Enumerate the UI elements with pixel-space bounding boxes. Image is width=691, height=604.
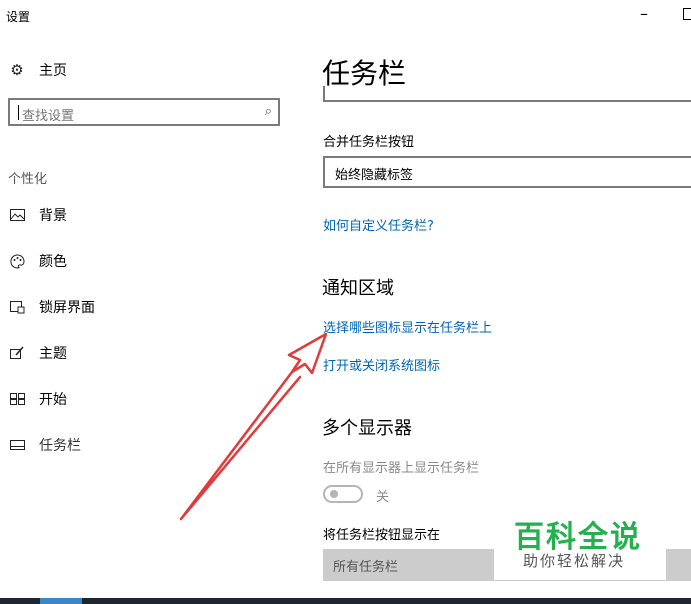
- search-placeholder: 查找设置: [22, 109, 75, 124]
- show-on-all-displays-toggle[interactable]: [323, 485, 363, 503]
- gear-icon: ⚙: [10, 61, 24, 79]
- combine-buttons-dropdown[interactable]: 始终隐藏标签: [323, 156, 691, 188]
- image-icon: [8, 206, 26, 224]
- sidebar-item-colors[interactable]: 颜色: [8, 250, 67, 272]
- sidebar-item-label: 主题: [39, 346, 67, 362]
- maximize-button[interactable]: [683, 8, 691, 20]
- multiple-displays-heading: 多个显示器: [322, 418, 412, 439]
- notification-area-heading: 通知区域: [322, 278, 394, 299]
- system-taskbar: [0, 598, 691, 604]
- sidebar-item-label: 主页: [39, 63, 67, 79]
- toggle-state-label: 关: [376, 490, 390, 505]
- palette-icon: [8, 252, 26, 270]
- sidebar-item-start[interactable]: 开始: [8, 388, 67, 410]
- section-title: 个性化: [8, 172, 48, 187]
- start-icon: [8, 390, 26, 408]
- title-bar: 设置 –: [0, 0, 691, 32]
- sidebar-item-label: 背景: [39, 208, 67, 224]
- select-icons-link[interactable]: 选择哪些图标显示在任务栏上: [323, 317, 492, 336]
- toggle-knob: [330, 490, 338, 498]
- minimize-button[interactable]: –: [640, 4, 648, 23]
- sidebar-item-lock-screen[interactable]: 锁屏界面: [8, 296, 95, 318]
- theme-icon: [8, 344, 26, 362]
- sidebar-item-background[interactable]: 背景: [8, 204, 67, 226]
- text-caret: [18, 105, 19, 120]
- sidebar-item-home[interactable]: ⚙ 主页: [8, 59, 67, 81]
- taskbar-icon: [8, 436, 26, 454]
- sidebar-item-label: 开始: [39, 392, 67, 408]
- sidebar-item-label: 任务栏: [39, 438, 81, 454]
- sidebar-item-taskbar[interactable]: 任务栏: [8, 434, 81, 456]
- sidebar-item-label: 锁屏界面: [39, 300, 95, 316]
- combine-buttons-label: 合并任务栏按钮: [323, 135, 415, 150]
- dropdown-value: 始终隐藏标签: [335, 168, 414, 183]
- customize-taskbar-link[interactable]: 如何自定义任务栏?: [323, 215, 434, 234]
- partial-dropdown[interactable]: [323, 86, 691, 102]
- system-icons-link[interactable]: 打开或关闭系统图标: [323, 355, 440, 374]
- dropdown-value: 所有任务栏: [333, 560, 399, 575]
- show-on-all-displays-label: 在所有显示器上显示任务栏: [323, 461, 480, 476]
- taskbar-app[interactable]: [40, 598, 82, 604]
- window-title: 设置: [6, 10, 31, 24]
- show-buttons-label: 将任务栏按钮显示在: [323, 528, 441, 543]
- watermark-subtitle: 助你轻松解决: [523, 552, 626, 570]
- search-input[interactable]: 查找设置 ⌕: [8, 98, 280, 126]
- sidebar-item-themes[interactable]: 主题: [8, 342, 67, 364]
- lock-screen-icon: [8, 298, 26, 316]
- watermark: 百科全说 助你轻松解决: [494, 510, 666, 580]
- sidebar-item-label: 颜色: [39, 254, 67, 270]
- search-icon: ⌕: [264, 104, 272, 119]
